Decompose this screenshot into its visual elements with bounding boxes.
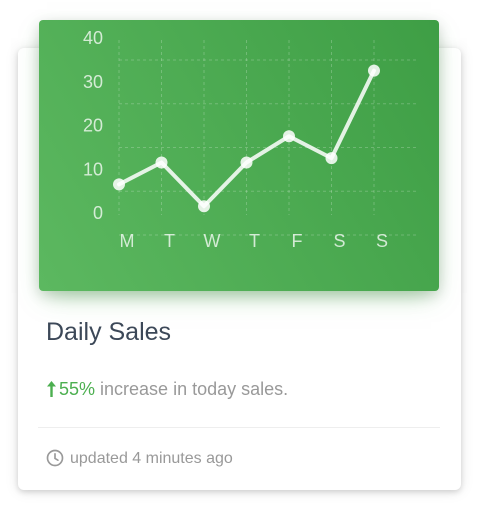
data-point — [155, 156, 168, 169]
arrow-upward-icon — [46, 380, 57, 404]
increase-label: increase in today sales. — [95, 379, 289, 399]
data-point — [283, 130, 295, 143]
card-title: Daily Sales — [46, 318, 172, 346]
x-tick-label: T — [164, 231, 175, 251]
line-chart-svg: 0 10 20 30 40 M T W T F S S — [83, 28, 417, 251]
daily-sales-chart: 0 10 20 30 40 M T W T F S S — [39, 20, 439, 291]
data-point — [368, 64, 380, 77]
access-time-icon — [45, 448, 65, 475]
data-point — [325, 152, 338, 165]
x-tick-label: M — [120, 231, 135, 251]
y-tick-label: 30 — [83, 72, 103, 92]
footer-divider — [38, 427, 440, 428]
x-tick-label: S — [376, 231, 388, 251]
x-tick-label: W — [204, 231, 221, 251]
x-tick-label: F — [292, 231, 303, 251]
y-tick-label: 40 — [83, 28, 103, 48]
x-tick-label: T — [249, 231, 260, 251]
y-tick-label: 10 — [83, 159, 103, 179]
sales-increase-text: 55% increase in today sales. — [46, 377, 288, 404]
x-tick-label: S — [333, 231, 345, 251]
y-tick-label: 0 — [93, 203, 103, 223]
increase-percent: 55% — [59, 379, 96, 399]
data-point — [240, 156, 253, 169]
updated-text: updated 4 minutes ago — [70, 450, 233, 467]
y-tick-label: 20 — [83, 116, 103, 136]
data-point — [198, 200, 210, 213]
data-point — [113, 178, 125, 191]
card-footer: updated 4 minutes ago — [45, 448, 233, 475]
